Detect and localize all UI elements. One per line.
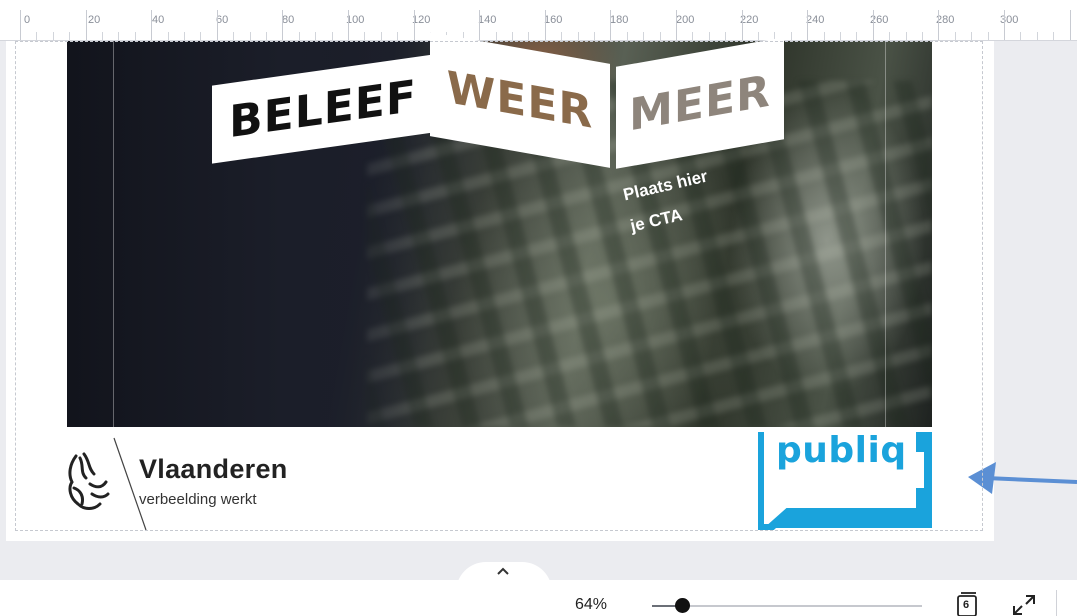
ruler-minor-tick (823, 32, 825, 40)
ruler-label: 160 (544, 14, 563, 26)
fullscreen-icon[interactable] (1012, 594, 1036, 616)
margin-guide-left (113, 41, 114, 427)
ruler-major-tick (413, 10, 415, 40)
ruler-major-tick (282, 10, 284, 40)
ruler-minor-tick (987, 32, 989, 40)
ruler-minor-tick (364, 32, 366, 40)
ruler-major-tick (741, 10, 743, 40)
ruler-minor-tick (626, 32, 628, 40)
zoom-slider-track[interactable] (652, 605, 922, 607)
ruler-minor-tick (905, 32, 907, 40)
toolbar-divider (1056, 590, 1057, 616)
ruler-major-tick (610, 10, 612, 40)
ruler-minor-tick (922, 32, 923, 40)
ruler-major-tick (938, 10, 940, 40)
ruler-minor-tick (331, 32, 333, 40)
vlaanderen-wordmark[interactable]: Vlaanderen (139, 454, 288, 485)
ruler-major-tick (872, 10, 874, 40)
ruler-minor-tick (561, 32, 563, 40)
ruler-minor-tick (200, 32, 202, 40)
chevron-up-icon[interactable] (496, 566, 510, 576)
ruler-label: 240 (806, 14, 825, 26)
ruler-minor-tick (118, 32, 120, 40)
page-count: 6 (963, 599, 970, 611)
ruler-minor-tick (249, 32, 251, 40)
publiq-wordmark: publiq (776, 430, 907, 471)
ruler-minor-tick (495, 32, 497, 40)
zoom-percentage[interactable]: 64% (575, 596, 607, 614)
ruler-minor-tick (69, 32, 71, 40)
ruler-major-tick (20, 10, 21, 40)
ruler-minor-tick (298, 32, 300, 40)
ruler-minor-tick (36, 32, 38, 40)
ruler-label: 200 (676, 14, 695, 26)
ruler-minor-tick (1053, 32, 1055, 40)
ruler-label: 20 (88, 14, 101, 26)
ruler-label: 80 (282, 14, 295, 26)
horizontal-ruler: 0 20 40 60 80 100 120 140 160 180 200 22… (0, 0, 1077, 41)
ruler-label: 60 (216, 14, 229, 26)
ruler-label: 140 (478, 14, 497, 26)
ruler-label: 0 (24, 14, 31, 26)
ruler-major-tick (85, 10, 87, 40)
ruler-minor-tick (167, 32, 169, 40)
ruler-major-tick (151, 10, 153, 40)
ruler-minor-tick (397, 32, 399, 40)
ruler-major-tick (676, 10, 677, 40)
flemish-lion-icon (68, 452, 110, 510)
ruler-major-tick (807, 10, 809, 40)
ruler-minor-tick (708, 32, 710, 40)
ruler-minor-tick (315, 32, 317, 40)
ruler-minor-tick (856, 32, 858, 40)
ruler-minor-tick (512, 32, 513, 40)
ruler-minor-tick (643, 32, 645, 40)
ruler-major-tick (1069, 10, 1071, 40)
ruler-minor-tick (594, 32, 595, 40)
ruler-minor-tick (790, 32, 792, 40)
ruler-minor-tick (380, 32, 382, 40)
ruler-label: 300 (1000, 14, 1019, 26)
ruler-label: 180 (610, 14, 629, 26)
ruler-minor-tick (528, 32, 530, 40)
ruler-label: 40 (152, 14, 165, 26)
ruler-minor-tick (1020, 32, 1022, 40)
ruler-minor-tick (840, 32, 841, 40)
bottom-toolbar (0, 580, 1077, 616)
annotation-arrow-icon (968, 462, 1077, 494)
ruler-minor-tick (659, 32, 661, 40)
ruler-minor-tick (52, 32, 54, 40)
ruler-minor-tick (233, 32, 235, 40)
margin-guide-right (885, 41, 886, 427)
ruler-major-tick (348, 10, 349, 40)
ruler-minor-tick (266, 32, 267, 40)
ruler-minor-tick (577, 32, 579, 40)
ruler-minor-tick (971, 32, 973, 40)
ruler-minor-tick (102, 32, 103, 40)
ruler-major-tick (1004, 10, 1005, 40)
ruler-label: 120 (412, 14, 431, 26)
zoom-slider-thumb[interactable] (675, 598, 690, 613)
ruler-minor-tick (758, 32, 759, 40)
ruler-minor-tick (954, 32, 956, 40)
ruler-major-tick (216, 10, 218, 40)
ruler-minor-tick (692, 32, 694, 40)
ruler-label: 220 (740, 14, 759, 26)
ruler-minor-tick (184, 32, 185, 40)
ruler-major-tick (544, 10, 546, 40)
ruler-minor-tick (725, 32, 727, 40)
ruler-minor-tick (889, 32, 891, 40)
ruler-minor-tick (134, 32, 136, 40)
ruler-major-tick (479, 10, 481, 40)
vlaanderen-tagline[interactable]: verbeelding werkt (139, 491, 257, 508)
ruler-minor-tick (1036, 32, 1038, 40)
